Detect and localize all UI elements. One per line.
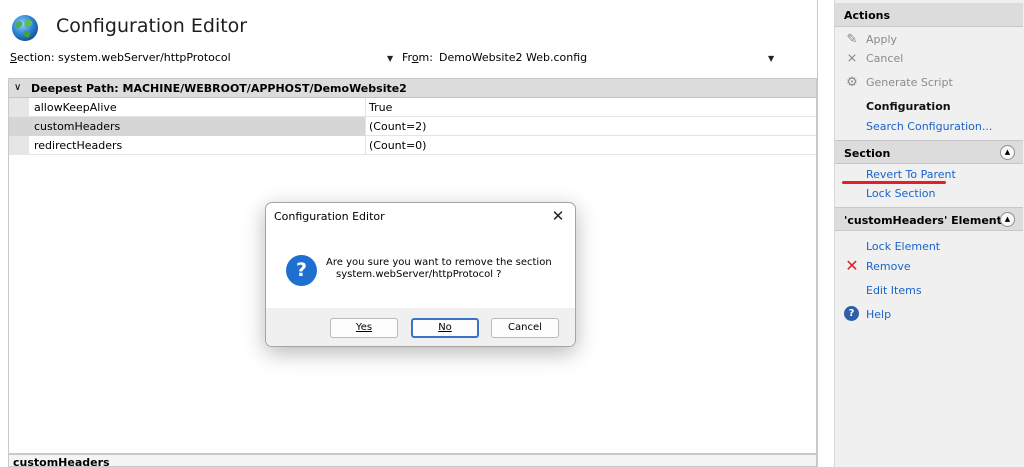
table-row[interactable]: customHeaders (Count=2) [9,117,816,136]
cancel-action[interactable]: Cancel [866,52,903,65]
property-name: redirectHeaders [29,136,366,155]
table-row[interactable]: redirectHeaders (Count=0) [9,136,816,155]
dialog-message-line2: system.webServer/httpProtocol ? [336,269,502,280]
section-label: Section: [10,51,55,64]
help-icon: ? [844,306,859,321]
property-value[interactable]: True [366,98,817,117]
configuration-label: Configuration [866,100,951,113]
question-icon: ? [286,255,317,286]
grid-group-header[interactable]: ∨ Deepest Path: MACHINE/WEBROOT/APPHOST/… [9,79,816,98]
globe-icon [10,13,40,43]
from-value: DemoWebsite2 Web.config [439,51,588,64]
help-link[interactable]: Help [866,308,891,321]
page-title: Configuration Editor [56,15,248,37]
apply-icon: ✎ [846,32,858,47]
property-name: customHeaders [29,117,366,136]
remove-link[interactable]: Remove [866,260,911,273]
close-icon[interactable]: ✕ [547,205,569,227]
dialog-footer: Yes No Cancel [266,308,575,346]
generate-script-icon: ⚙ [846,75,858,90]
search-configuration-link[interactable]: Search Configuration... [866,120,992,133]
property-value[interactable]: (Count=2) [366,117,817,136]
cancel-icon: ⨯ [846,51,858,66]
edit-items-link[interactable]: Edit Items [866,284,922,297]
dialog-message: Are you sure you want to remove the sect… [326,257,566,281]
confirm-dialog: Configuration Editor ✕ ? Are you sure yo… [265,202,576,347]
apply-action[interactable]: Apply [866,33,897,46]
table-row[interactable]: allowKeepAlive True [9,98,816,117]
details-panel-title: customHeaders [13,456,110,467]
property-value[interactable]: (Count=0) [366,136,817,155]
from-dropdown[interactable]: DemoWebsite2 Web.config ▼ [436,47,782,69]
lock-element-link[interactable]: Lock Element [866,240,940,253]
yes-button[interactable]: Yes [330,318,398,338]
section-header-label: Section [844,147,891,160]
chevron-down-icon[interactable]: ∨ [14,82,21,93]
section-header: Section ▲ [835,140,1023,164]
actions-pane: Actions ✎ Apply ⨯ Cancel ⚙ Generate Scri… [834,0,1024,467]
cancel-button[interactable]: Cancel [491,318,559,338]
remove-icon: ✕ [845,256,859,275]
row-gutter [9,136,29,155]
row-gutter [9,117,29,136]
no-button[interactable]: No [411,318,479,338]
details-panel-header: customHeaders [8,454,817,467]
dropdown-arrow-icon: ▼ [387,54,394,63]
revert-to-parent-link[interactable]: Revert To Parent [866,168,956,181]
generate-script-action[interactable]: Generate Script [866,76,953,89]
deepest-path-label: Deepest Path: MACHINE/WEBROOT/APPHOST/De… [31,82,407,95]
section-value: system.webServer/httpProtocol [58,51,231,64]
dialog-message-line1: Are you sure you want to remove the sect… [326,257,552,268]
element-header-label: 'customHeaders' Element [844,214,1002,227]
actions-header: Actions [835,3,1023,27]
lock-section-link[interactable]: Lock Section [866,187,935,200]
collapse-icon[interactable]: ▲ [1000,145,1015,160]
from-label: From: [402,51,433,64]
row-gutter [9,98,29,117]
element-header: 'customHeaders' Element ▲ [835,207,1023,231]
dropdown-arrow-icon: ▼ [768,54,775,63]
section-dropdown[interactable]: system.webServer/httpProtocol ▼ [55,47,399,69]
collapse-icon[interactable]: ▲ [1000,212,1015,227]
annotation-underline [842,181,946,184]
dialog-title: Configuration Editor [274,210,385,223]
property-name: allowKeepAlive [29,98,366,117]
